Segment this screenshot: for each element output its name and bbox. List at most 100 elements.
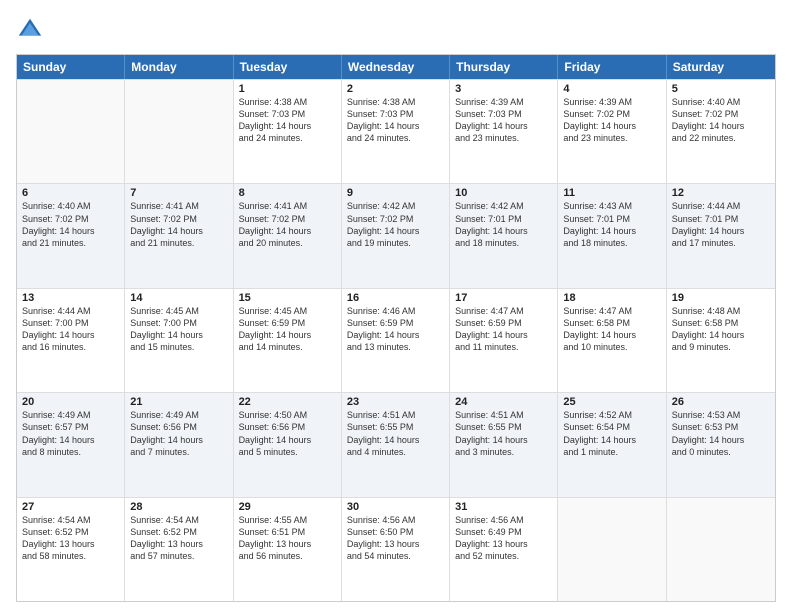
cell-line: and 14 minutes.: [239, 341, 336, 353]
cell-line: and 16 minutes.: [22, 341, 119, 353]
cell-line: Sunset: 7:01 PM: [672, 213, 770, 225]
day-number: 2: [347, 83, 444, 95]
cell-line: Daylight: 14 hours: [672, 225, 770, 237]
cell-line: Sunrise: 4:56 AM: [347, 514, 444, 526]
cell-line: Sunset: 7:01 PM: [563, 213, 660, 225]
calendar-cell: 31Sunrise: 4:56 AMSunset: 6:49 PMDayligh…: [450, 498, 558, 601]
cell-line: Sunrise: 4:38 AM: [239, 96, 336, 108]
calendar-cell: 6Sunrise: 4:40 AMSunset: 7:02 PMDaylight…: [17, 184, 125, 287]
calendar-row: 20Sunrise: 4:49 AMSunset: 6:57 PMDayligh…: [17, 392, 775, 496]
cell-line: Sunset: 7:03 PM: [455, 108, 552, 120]
calendar-cell: 24Sunrise: 4:51 AMSunset: 6:55 PMDayligh…: [450, 393, 558, 496]
calendar-cell: 20Sunrise: 4:49 AMSunset: 6:57 PMDayligh…: [17, 393, 125, 496]
cell-line: and 23 minutes.: [563, 132, 660, 144]
cell-line: and 13 minutes.: [347, 341, 444, 353]
calendar-cell: 19Sunrise: 4:48 AMSunset: 6:58 PMDayligh…: [667, 289, 775, 392]
page: SundayMondayTuesdayWednesdayThursdayFrid…: [0, 0, 792, 612]
calendar-cell: 29Sunrise: 4:55 AMSunset: 6:51 PMDayligh…: [234, 498, 342, 601]
cell-line: Daylight: 14 hours: [672, 329, 770, 341]
day-number: 20: [22, 396, 119, 408]
calendar-cell: 9Sunrise: 4:42 AMSunset: 7:02 PMDaylight…: [342, 184, 450, 287]
cell-line: Sunset: 6:52 PM: [130, 526, 227, 538]
day-number: 31: [455, 501, 552, 513]
calendar-cell: 12Sunrise: 4:44 AMSunset: 7:01 PMDayligh…: [667, 184, 775, 287]
cell-line: Sunrise: 4:39 AM: [455, 96, 552, 108]
cell-line: Daylight: 14 hours: [130, 434, 227, 446]
cell-line: Sunrise: 4:42 AM: [455, 200, 552, 212]
calendar-cell: 23Sunrise: 4:51 AMSunset: 6:55 PMDayligh…: [342, 393, 450, 496]
cell-line: Sunset: 7:00 PM: [22, 317, 119, 329]
cell-line: Sunrise: 4:54 AM: [130, 514, 227, 526]
cell-line: Sunrise: 4:38 AM: [347, 96, 444, 108]
cell-line: and 11 minutes.: [455, 341, 552, 353]
cell-line: Sunrise: 4:41 AM: [130, 200, 227, 212]
calendar-row: 6Sunrise: 4:40 AMSunset: 7:02 PMDaylight…: [17, 183, 775, 287]
cal-header-cell: Friday: [558, 55, 666, 79]
day-number: 5: [672, 83, 770, 95]
calendar-cell: 25Sunrise: 4:52 AMSunset: 6:54 PMDayligh…: [558, 393, 666, 496]
cell-line: Sunrise: 4:39 AM: [563, 96, 660, 108]
day-number: 29: [239, 501, 336, 513]
day-number: 25: [563, 396, 660, 408]
cell-line: Daylight: 13 hours: [22, 538, 119, 550]
cell-line: Sunrise: 4:47 AM: [563, 305, 660, 317]
calendar-cell: 13Sunrise: 4:44 AMSunset: 7:00 PMDayligh…: [17, 289, 125, 392]
cell-line: and 54 minutes.: [347, 550, 444, 562]
cal-header-cell: Sunday: [17, 55, 125, 79]
calendar-cell: 10Sunrise: 4:42 AMSunset: 7:01 PMDayligh…: [450, 184, 558, 287]
cell-line: and 10 minutes.: [563, 341, 660, 353]
day-number: 4: [563, 83, 660, 95]
cell-line: and 24 minutes.: [347, 132, 444, 144]
cell-line: Daylight: 14 hours: [455, 434, 552, 446]
calendar-cell: [17, 80, 125, 183]
day-number: 19: [672, 292, 770, 304]
cell-line: Daylight: 14 hours: [563, 225, 660, 237]
cell-line: Sunrise: 4:46 AM: [347, 305, 444, 317]
cell-line: Sunset: 7:02 PM: [347, 213, 444, 225]
cell-line: Sunset: 6:56 PM: [130, 421, 227, 433]
calendar: SundayMondayTuesdayWednesdayThursdayFrid…: [16, 54, 776, 602]
calendar-cell: 22Sunrise: 4:50 AMSunset: 6:56 PMDayligh…: [234, 393, 342, 496]
cell-line: Sunset: 6:52 PM: [22, 526, 119, 538]
day-number: 23: [347, 396, 444, 408]
cell-line: Sunset: 7:00 PM: [130, 317, 227, 329]
cell-line: Sunrise: 4:53 AM: [672, 409, 770, 421]
calendar-cell: 18Sunrise: 4:47 AMSunset: 6:58 PMDayligh…: [558, 289, 666, 392]
cell-line: Sunset: 6:58 PM: [672, 317, 770, 329]
calendar-body: 1Sunrise: 4:38 AMSunset: 7:03 PMDaylight…: [17, 79, 775, 601]
cal-header-cell: Wednesday: [342, 55, 450, 79]
cell-line: Daylight: 14 hours: [563, 434, 660, 446]
day-number: 17: [455, 292, 552, 304]
cell-line: and 7 minutes.: [130, 446, 227, 458]
cell-line: Daylight: 14 hours: [347, 225, 444, 237]
cell-line: and 3 minutes.: [455, 446, 552, 458]
cell-line: and 1 minute.: [563, 446, 660, 458]
calendar-cell: 16Sunrise: 4:46 AMSunset: 6:59 PMDayligh…: [342, 289, 450, 392]
cell-line: Sunset: 6:50 PM: [347, 526, 444, 538]
cell-line: Daylight: 14 hours: [239, 225, 336, 237]
cell-line: Sunset: 7:03 PM: [347, 108, 444, 120]
cell-line: and 22 minutes.: [672, 132, 770, 144]
calendar-cell: 14Sunrise: 4:45 AMSunset: 7:00 PMDayligh…: [125, 289, 233, 392]
cell-line: Sunrise: 4:51 AM: [347, 409, 444, 421]
cell-line: and 17 minutes.: [672, 237, 770, 249]
cell-line: Daylight: 14 hours: [455, 329, 552, 341]
cell-line: Daylight: 14 hours: [239, 329, 336, 341]
cell-line: Sunrise: 4:45 AM: [130, 305, 227, 317]
cell-line: Sunrise: 4:44 AM: [22, 305, 119, 317]
cell-line: Sunrise: 4:40 AM: [672, 96, 770, 108]
cell-line: Sunset: 6:59 PM: [455, 317, 552, 329]
cell-line: Sunset: 6:54 PM: [563, 421, 660, 433]
cell-line: Sunset: 6:53 PM: [672, 421, 770, 433]
day-number: 22: [239, 396, 336, 408]
day-number: 7: [130, 187, 227, 199]
day-number: 15: [239, 292, 336, 304]
cell-line: Sunrise: 4:49 AM: [130, 409, 227, 421]
cell-line: Daylight: 14 hours: [22, 329, 119, 341]
logo-icon: [16, 16, 44, 44]
day-number: 24: [455, 396, 552, 408]
cell-line: Sunset: 6:51 PM: [239, 526, 336, 538]
calendar-row: 13Sunrise: 4:44 AMSunset: 7:00 PMDayligh…: [17, 288, 775, 392]
calendar-row: 27Sunrise: 4:54 AMSunset: 6:52 PMDayligh…: [17, 497, 775, 601]
cell-line: Sunrise: 4:49 AM: [22, 409, 119, 421]
